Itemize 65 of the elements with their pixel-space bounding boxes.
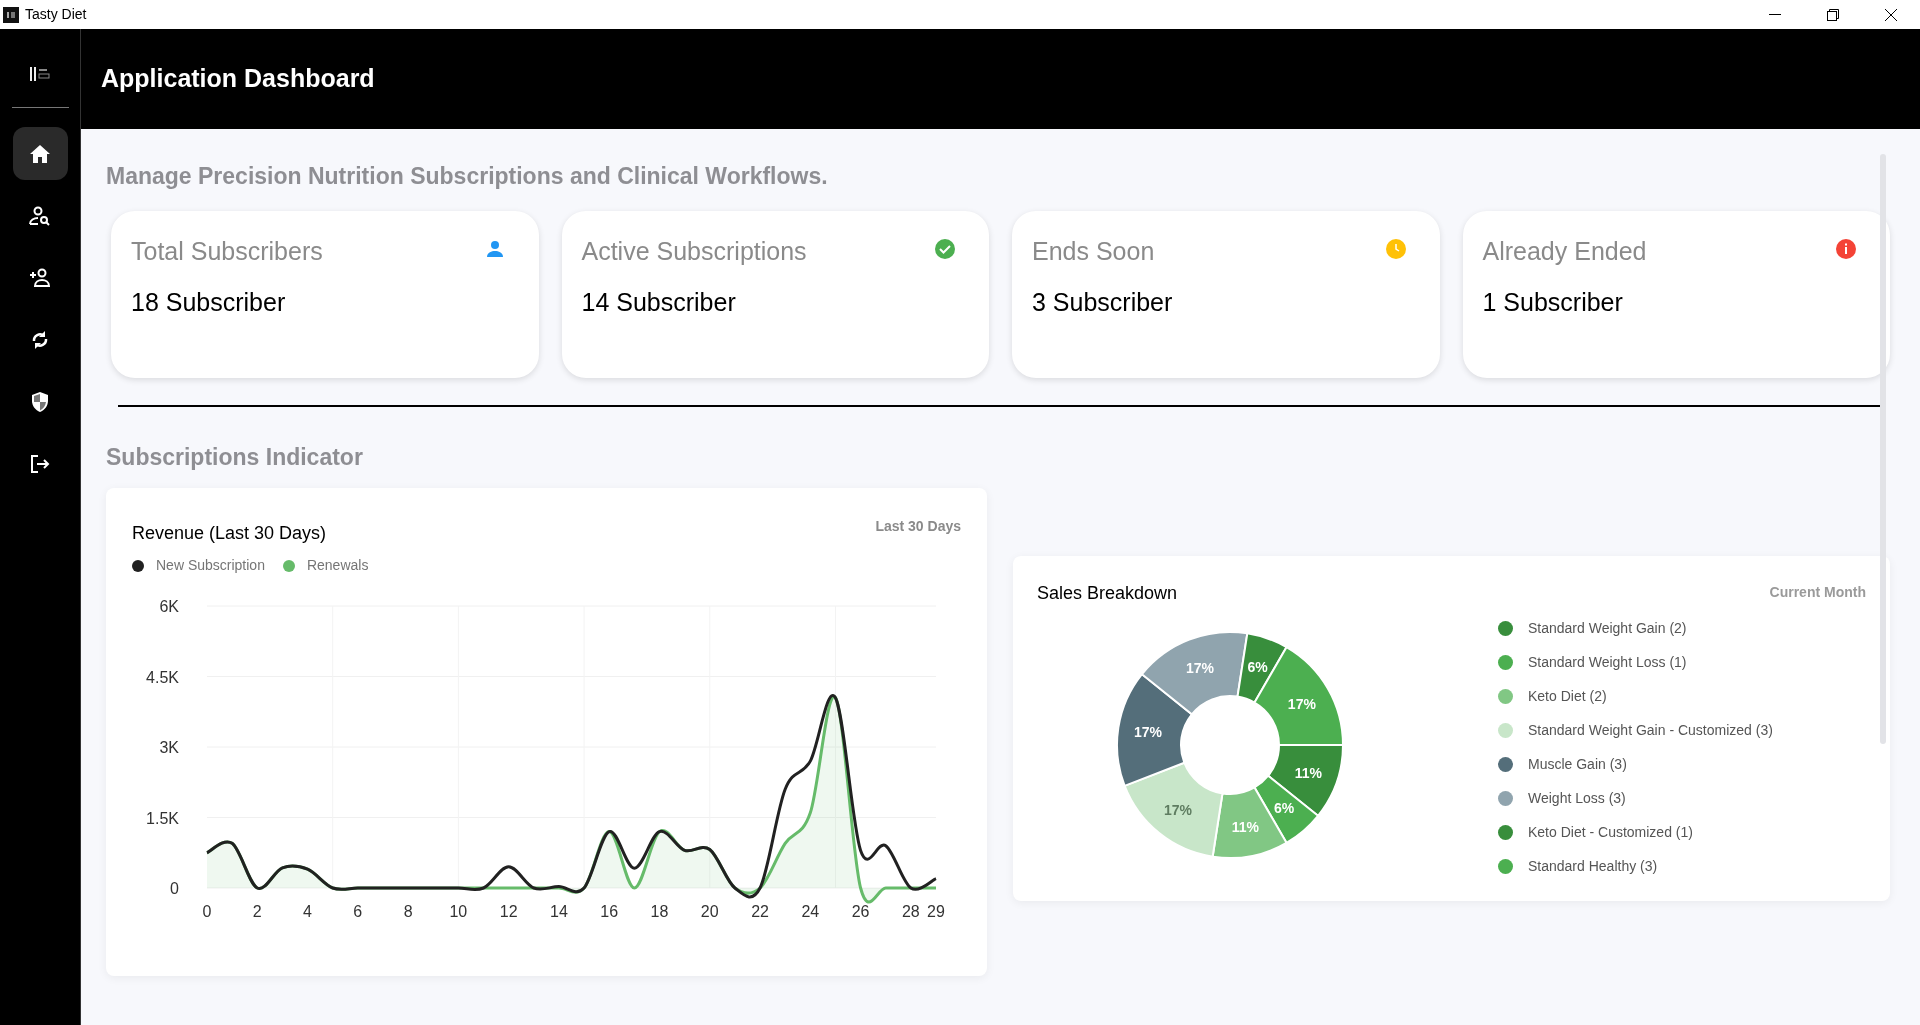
legend-label: Standard Weight Gain - Customized (3): [1528, 720, 1773, 740]
info-icon: [1836, 238, 1856, 259]
restore-icon: [1827, 8, 1839, 21]
x-tick-label: 20: [700, 903, 719, 920]
y-tick-label: 4.5K: [146, 668, 179, 686]
slice-label: 17%: [1163, 801, 1192, 818]
y-tick-label: 3K: [159, 739, 179, 756]
legend-label: Keto Diet (2): [1528, 686, 1607, 706]
x-tick-label: 26: [851, 903, 870, 920]
minimize-icon: [1769, 13, 1781, 16]
slice-label: 11%: [1294, 764, 1322, 781]
x-tick-label: 8: [403, 903, 413, 920]
legend-label: Weight Loss (3): [1528, 788, 1626, 808]
x-tick-label: 16: [600, 903, 619, 920]
card-value: 18 Subscriber: [131, 287, 287, 318]
card-value: 1 Subscriber: [1482, 287, 1624, 318]
page-title: Application Dashboard: [101, 63, 375, 95]
x-tick-label: 29: [927, 903, 945, 920]
slice-label: 11%: [1231, 818, 1259, 835]
legend-label: Muscle Gain (3): [1528, 754, 1627, 774]
slice-label: 17%: [1287, 695, 1316, 712]
legend-label: New Subscription: [156, 556, 265, 575]
clock-icon: [1385, 238, 1406, 259]
sidebar-item[interactable]: [12, 127, 68, 180]
app-icon: [3, 6, 19, 23]
x-tick-label: 10: [449, 903, 468, 920]
card-title: Total Subscribers: [131, 235, 323, 267]
legend-label: Renewals: [306, 556, 369, 575]
x-tick-label: 2: [252, 903, 262, 920]
logo-icon: [29, 66, 51, 82]
x-tick-label: 22: [751, 903, 769, 920]
legend-label: Standard Healthy (3): [1528, 856, 1658, 876]
slice-label: 6%: [1273, 800, 1295, 817]
card-value: 14 Subscriber: [581, 287, 737, 318]
slice-label: 6%: [1247, 658, 1268, 675]
close-icon: [1885, 8, 1897, 21]
check-icon: [935, 238, 955, 259]
period-label: Last 30 Days: [875, 517, 961, 536]
x-tick-label: 14: [550, 903, 568, 920]
page-subtitle: Manage Precision Nutrition Subscriptions and Clinical Workflows.: [106, 162, 829, 191]
period-label: Current Month: [1769, 583, 1866, 602]
x-tick-label: 12: [499, 903, 518, 920]
legend-label: Standard Weight Loss (1): [1528, 652, 1687, 672]
x-tick-label: 28: [901, 903, 920, 920]
chart-title: Sales Breakdown: [1037, 582, 1178, 605]
legend-label: Keto Diet - Customized (1): [1528, 822, 1693, 842]
y-tick-label: 6K: [159, 598, 179, 615]
window-title: Tasty Diet: [25, 5, 87, 24]
x-tick-label: 4: [303, 903, 312, 920]
card-title: Ends Soon: [1032, 235, 1156, 267]
slice-label: 17%: [1133, 724, 1162, 741]
x-tick-label: 24: [801, 903, 820, 920]
x-tick-label: 6: [353, 903, 363, 920]
y-tick-label: 1.5K: [146, 809, 179, 827]
slice-label: 17%: [1186, 659, 1215, 676]
user-icon: [484, 238, 505, 259]
legend-label: Standard Weight Gain (2): [1528, 618, 1687, 638]
x-tick-label: 0: [202, 903, 212, 920]
chart-title: Revenue (Last 30 Days): [132, 522, 328, 545]
card-title: Already Ended: [1482, 235, 1647, 267]
y-tick-label: 0: [170, 880, 179, 897]
card-value: 3 Subscriber: [1032, 287, 1173, 318]
section-title: Subscriptions Indicator: [106, 442, 364, 472]
card-title: Active Subscriptions: [581, 235, 807, 267]
x-tick-label: 18: [650, 903, 669, 920]
